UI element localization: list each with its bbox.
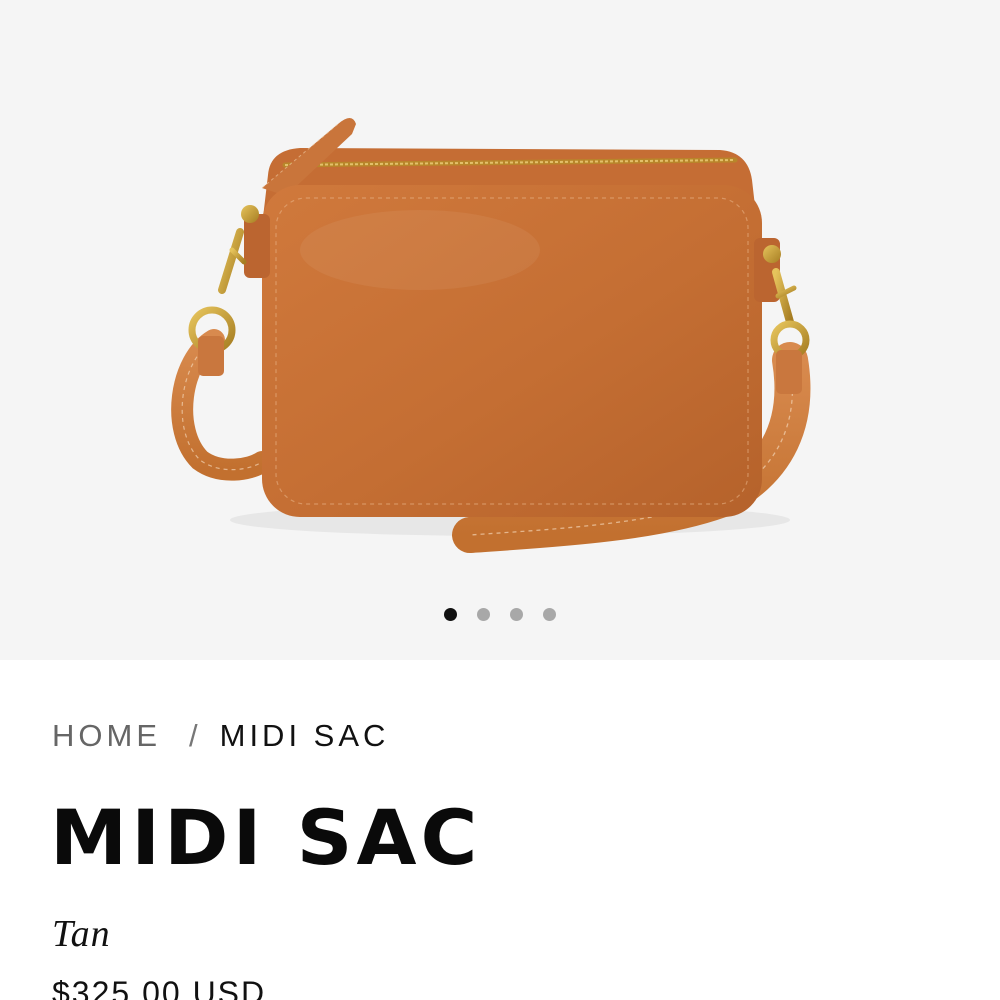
product-price: $325.00 USD	[52, 975, 267, 1000]
carousel-dot-1[interactable]	[444, 608, 457, 621]
product-gallery[interactable]	[0, 0, 1000, 660]
breadcrumb-separator: /	[189, 718, 198, 753]
product-image[interactable]	[0, 0, 1000, 660]
breadcrumb-home-link[interactable]: HOME	[52, 718, 161, 754]
carousel-dot-4[interactable]	[543, 608, 556, 621]
carousel-dots	[0, 608, 1000, 622]
product-color: Tan	[52, 913, 111, 955]
breadcrumb-current: MIDI SAC	[219, 718, 390, 753]
product-title: MIDI SAC	[50, 793, 482, 882]
product-page: HOME / MIDI SAC MIDI SAC Tan $325.00 USD	[0, 0, 1000, 1000]
carousel-dot-3[interactable]	[510, 608, 523, 621]
carousel-dot-2[interactable]	[477, 608, 490, 621]
breadcrumb: HOME / MIDI SAC	[52, 716, 389, 756]
